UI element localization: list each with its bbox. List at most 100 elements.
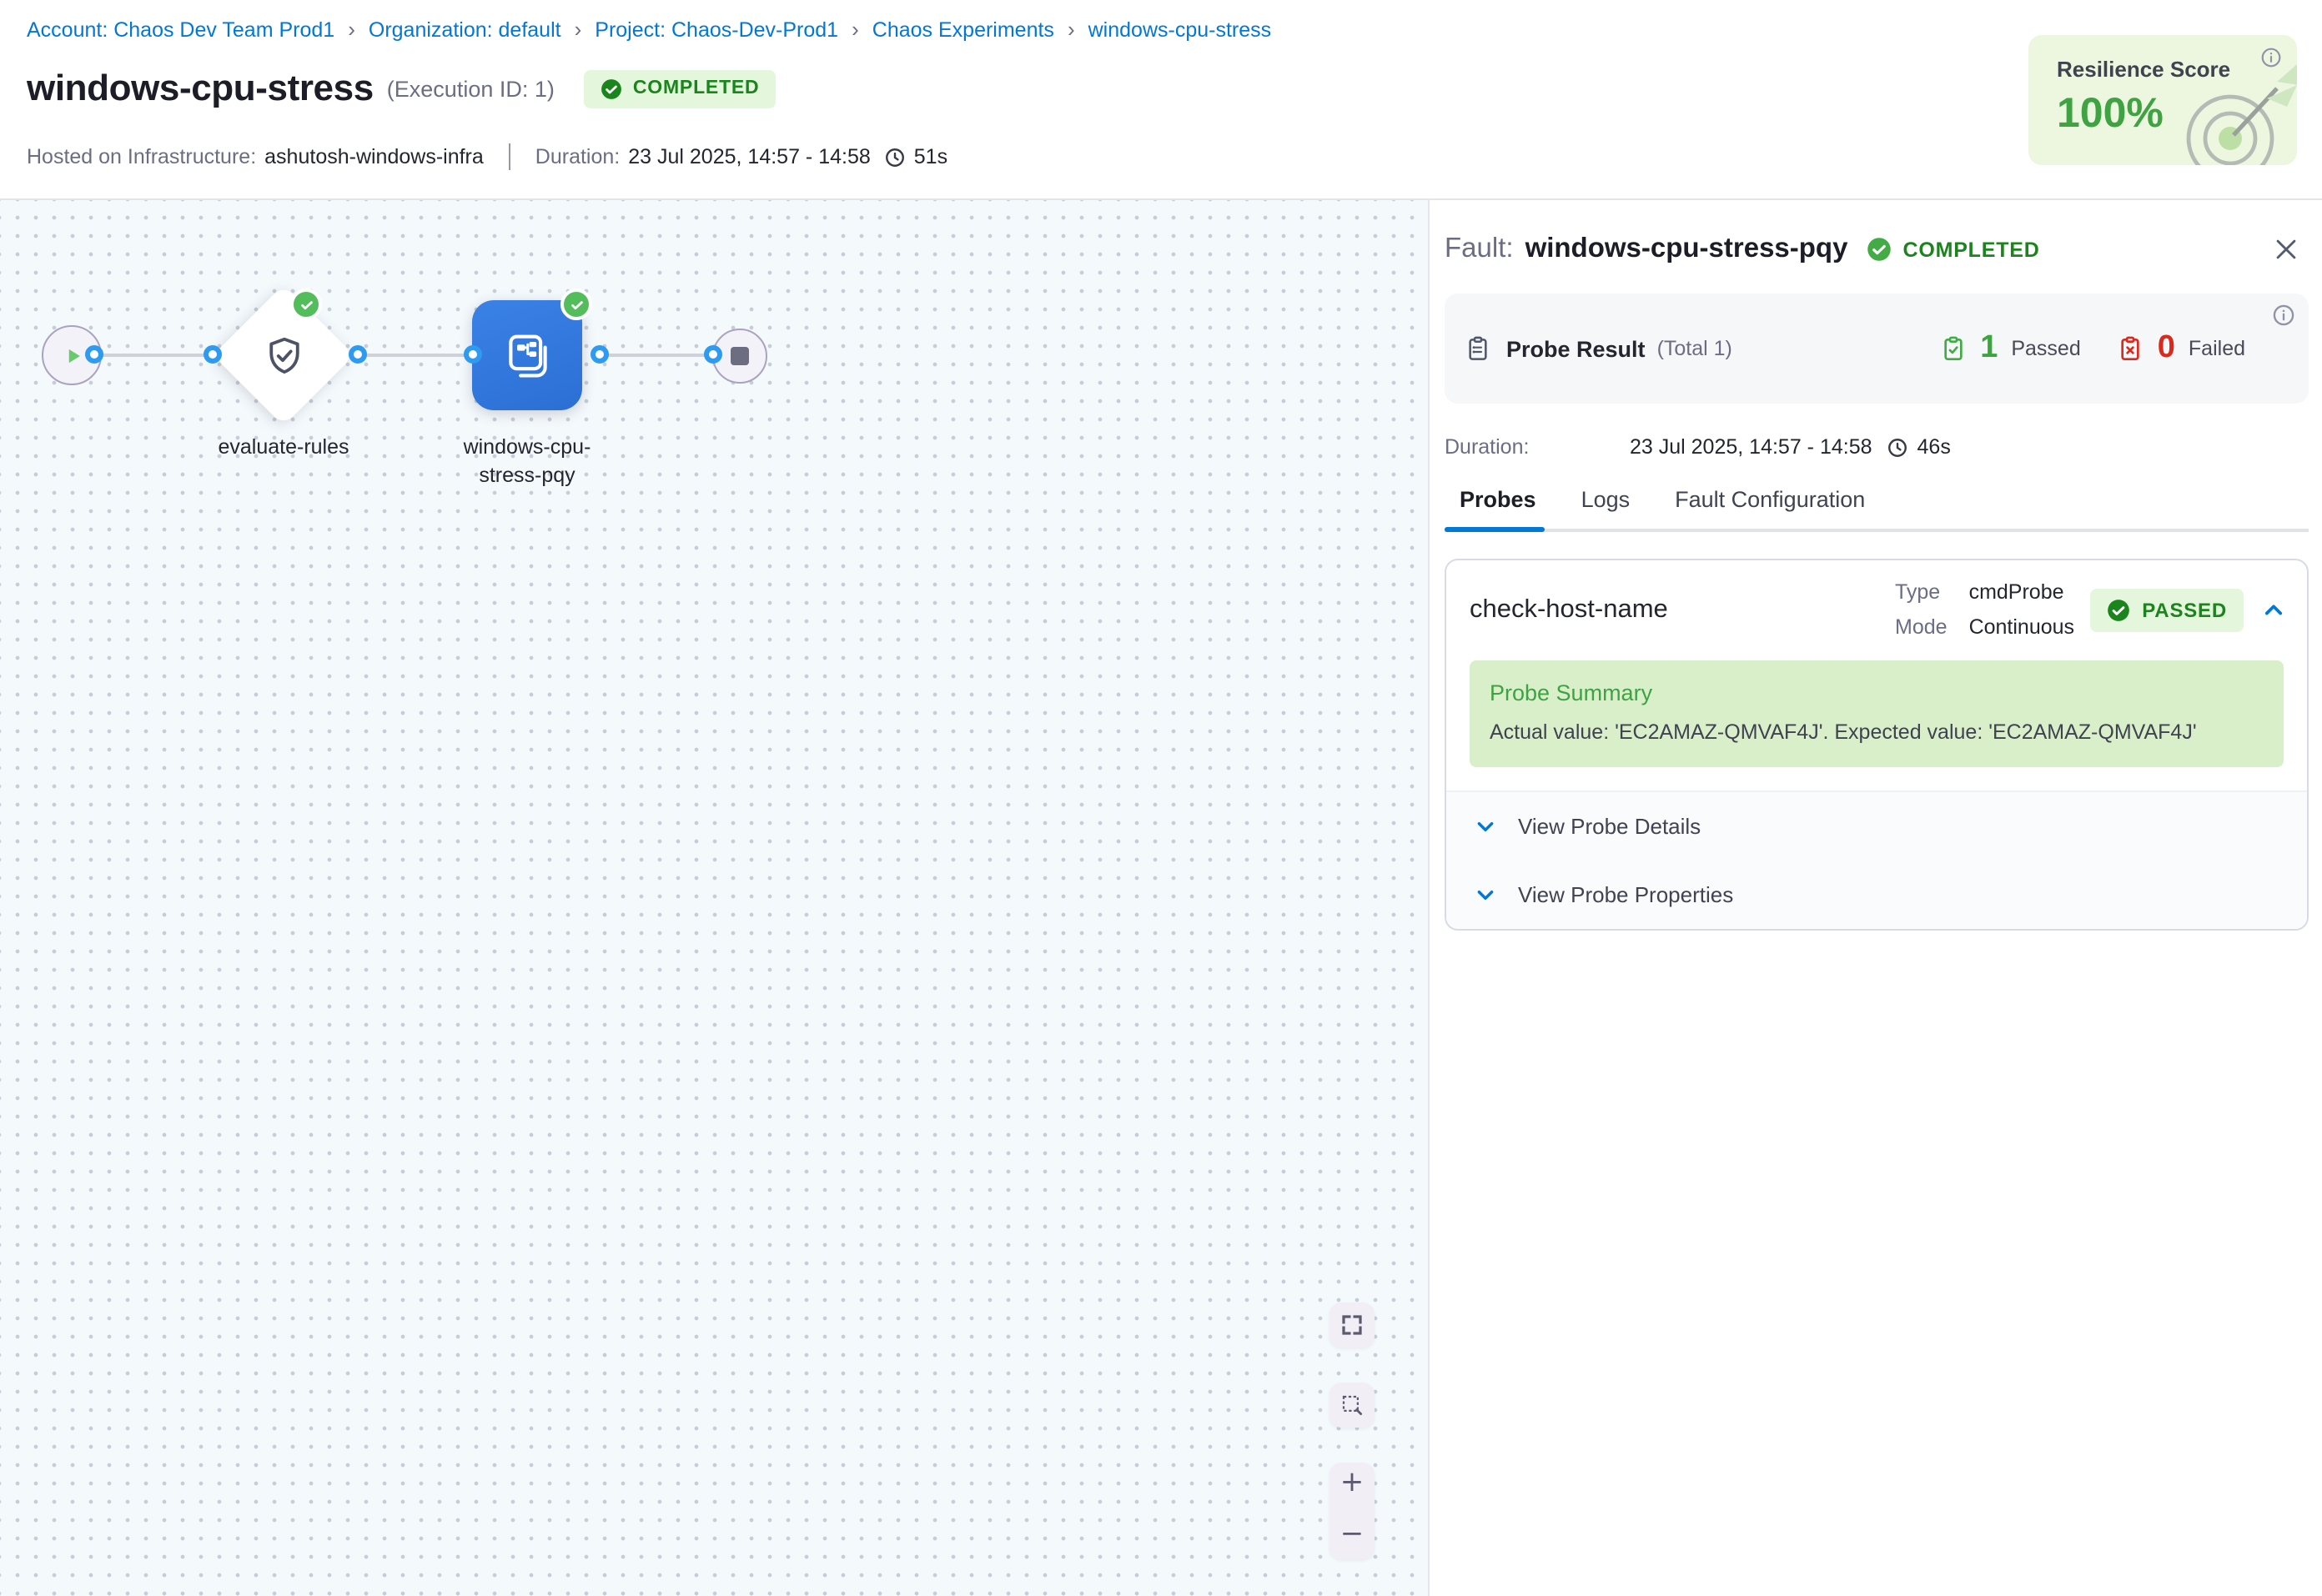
info-icon[interactable]: [2260, 47, 2282, 68]
edge-connector: [85, 345, 103, 364]
fault-duration-row: Duration: 23 Jul 2025, 14:57 - 14:58 46s: [1445, 435, 2309, 459]
probe-card: check-host-name Type cmdProbe Mode Conti…: [1445, 559, 2309, 931]
edge-connector: [591, 345, 609, 364]
clock-icon: [884, 146, 906, 168]
fault-status-text: COMPLETED: [1902, 238, 2039, 261]
check-circle-icon: [601, 78, 623, 99]
breadcrumb-project[interactable]: Project: Chaos-Dev-Prod1: [595, 18, 838, 41]
page-header: Account: Chaos Dev Team Prod1 › Organiza…: [0, 0, 2322, 198]
edge-connector: [349, 345, 367, 364]
breadcrumb-current[interactable]: windows-cpu-stress: [1088, 18, 1272, 41]
view-probe-details-label: View Probe Details: [1518, 814, 1701, 839]
breadcrumb-chaos-experiments[interactable]: Chaos Experiments: [872, 18, 1054, 41]
fault-header: Fault: windows-cpu-stress-pqy COMPLETED: [1445, 233, 2309, 265]
breadcrumb-separator: ›: [852, 17, 859, 42]
probe-mode-value: Continuous: [1969, 615, 2075, 639]
probe-status-badge: PASSED: [2090, 588, 2244, 631]
probe-result-total: (Total 1): [1657, 337, 1732, 360]
passed-count: 1: [1980, 330, 1998, 367]
resilience-score-value: 100%: [2057, 90, 2164, 138]
evaluate-rules-node-overlay: [234, 305, 334, 405]
execution-id: (Execution ID: 1): [387, 76, 555, 101]
clipboard-check-icon: [1940, 335, 1967, 362]
info-icon[interactable]: [2272, 304, 2295, 327]
title-row: windows-cpu-stress (Execution ID: 1) COM…: [27, 67, 776, 110]
hosted-on-value: ashutosh-windows-infra: [264, 145, 484, 168]
edge-connector: [464, 345, 482, 364]
fault-duration-value: 23 Jul 2025, 14:57 - 14:58: [1630, 435, 1872, 459]
tab-fault-configuration[interactable]: Fault Configuration: [1675, 487, 1865, 529]
fault-duration-label: Duration:: [1445, 435, 1630, 459]
passed-stat: 1 Passed: [1940, 330, 2081, 367]
pipeline-canvas[interactable]: evaluate-rules windows-cpu-stress-pqy + …: [0, 198, 1428, 1596]
marquee-select-icon: [1339, 1393, 1365, 1418]
tab-logs[interactable]: Logs: [1581, 487, 1631, 529]
fault-label: Fault:: [1445, 233, 1514, 265]
meta-divider: [509, 143, 510, 170]
view-probe-properties-toggle[interactable]: View Probe Properties: [1446, 861, 2307, 929]
failed-stat: 0 Failed: [2118, 330, 2245, 367]
breadcrumb: Account: Chaos Dev Team Prod1 › Organiza…: [27, 17, 1271, 42]
probe-result-stats: 1 Passed 0 Failed: [1940, 330, 2245, 367]
fault-name: windows-cpu-stress-pqy: [1525, 233, 1848, 265]
probe-result-title: Probe Result: [1506, 336, 1646, 361]
view-probe-details-toggle[interactable]: View Probe Details: [1446, 792, 2307, 861]
breadcrumb-separator: ›: [348, 17, 355, 42]
failed-label: Failed: [2189, 337, 2245, 360]
close-panel-button[interactable]: [2272, 235, 2300, 263]
passed-label: Passed: [2011, 337, 2080, 360]
clipboard-icon: [1465, 335, 1491, 362]
edge: [364, 354, 465, 357]
check-circle-icon: [2107, 598, 2130, 621]
panel-tabs: Probes Logs Fault Configuration: [1445, 487, 2309, 532]
hosted-on-label: Hosted on Infrastructure:: [27, 145, 256, 168]
fault-node-label: windows-cpu-stress-pqy: [444, 434, 611, 490]
edge-connector: [704, 345, 722, 364]
tab-probes[interactable]: Probes: [1460, 487, 1536, 529]
experiment-status-badge: COMPLETED: [585, 69, 777, 108]
shield-check-icon: [261, 333, 306, 378]
probe-card-footer: View Probe Details View Probe Properties: [1446, 790, 2307, 929]
probe-name: check-host-name: [1470, 595, 1895, 625]
breadcrumb-organization[interactable]: Organization: default: [369, 18, 561, 41]
probe-meta: Type cmdProbe Mode Continuous: [1895, 580, 2074, 639]
stop-icon: [731, 347, 749, 365]
probe-status: PASSED: [2090, 588, 2285, 631]
experiment-status-text: COMPLETED: [633, 78, 760, 98]
play-icon: [62, 343, 87, 368]
canvas-select-button[interactable]: [1329, 1383, 1375, 1428]
fault-cards-icon: [500, 328, 555, 383]
edge: [102, 354, 205, 357]
duration-value: 23 Jul 2025, 14:57 - 14:58: [628, 145, 871, 168]
page-title: windows-cpu-stress: [27, 67, 374, 110]
probe-summary-text: Actual value: 'EC2AMAZ-QMVAF4J'. Expecte…: [1490, 720, 2264, 744]
experiment-meta: Hosted on Infrastructure: ashutosh-windo…: [27, 143, 947, 170]
chevron-down-icon: [1475, 816, 1496, 837]
breadcrumb-separator: ›: [1068, 17, 1075, 42]
close-icon: [2272, 235, 2300, 263]
fault-duration-elapsed: 46s: [1917, 435, 1951, 459]
collapse-probe-button[interactable]: [2262, 598, 2285, 621]
duration-elapsed: 51s: [914, 145, 947, 168]
breadcrumb-account[interactable]: Account: Chaos Dev Team Prod1: [27, 18, 334, 41]
canvas-fullscreen-button[interactable]: [1329, 1302, 1375, 1348]
fullscreen-icon: [1339, 1312, 1365, 1338]
resilience-score-card: Resilience Score 100%: [2028, 35, 2297, 165]
failed-count: 0: [2158, 330, 2175, 367]
chevron-down-icon: [1475, 884, 1496, 906]
zoom-out-button[interactable]: −: [1340, 1521, 1365, 1549]
breadcrumb-separator: ›: [575, 17, 582, 42]
check-circle-icon: [1866, 237, 1891, 262]
duration-label: Duration:: [535, 145, 620, 168]
edge-connector: [204, 345, 222, 364]
view-probe-properties-label: View Probe Properties: [1518, 882, 1733, 907]
zoom-in-button[interactable]: +: [1340, 1469, 1365, 1498]
canvas-zoom-controls: + −: [1329, 1463, 1375, 1559]
fault-details-panel: Fault: windows-cpu-stress-pqy COMPLETED …: [1428, 198, 2322, 1596]
edge: [607, 354, 707, 357]
probe-summary: Probe Summary Actual value: 'EC2AMAZ-QMV…: [1470, 660, 2284, 767]
chaos-experiment-page: Account: Chaos Dev Team Prod1 › Organiza…: [0, 0, 2322, 1596]
clock-icon: [1887, 436, 1909, 458]
success-badge-icon: [290, 289, 322, 320]
chevron-up-icon: [2262, 598, 2285, 621]
